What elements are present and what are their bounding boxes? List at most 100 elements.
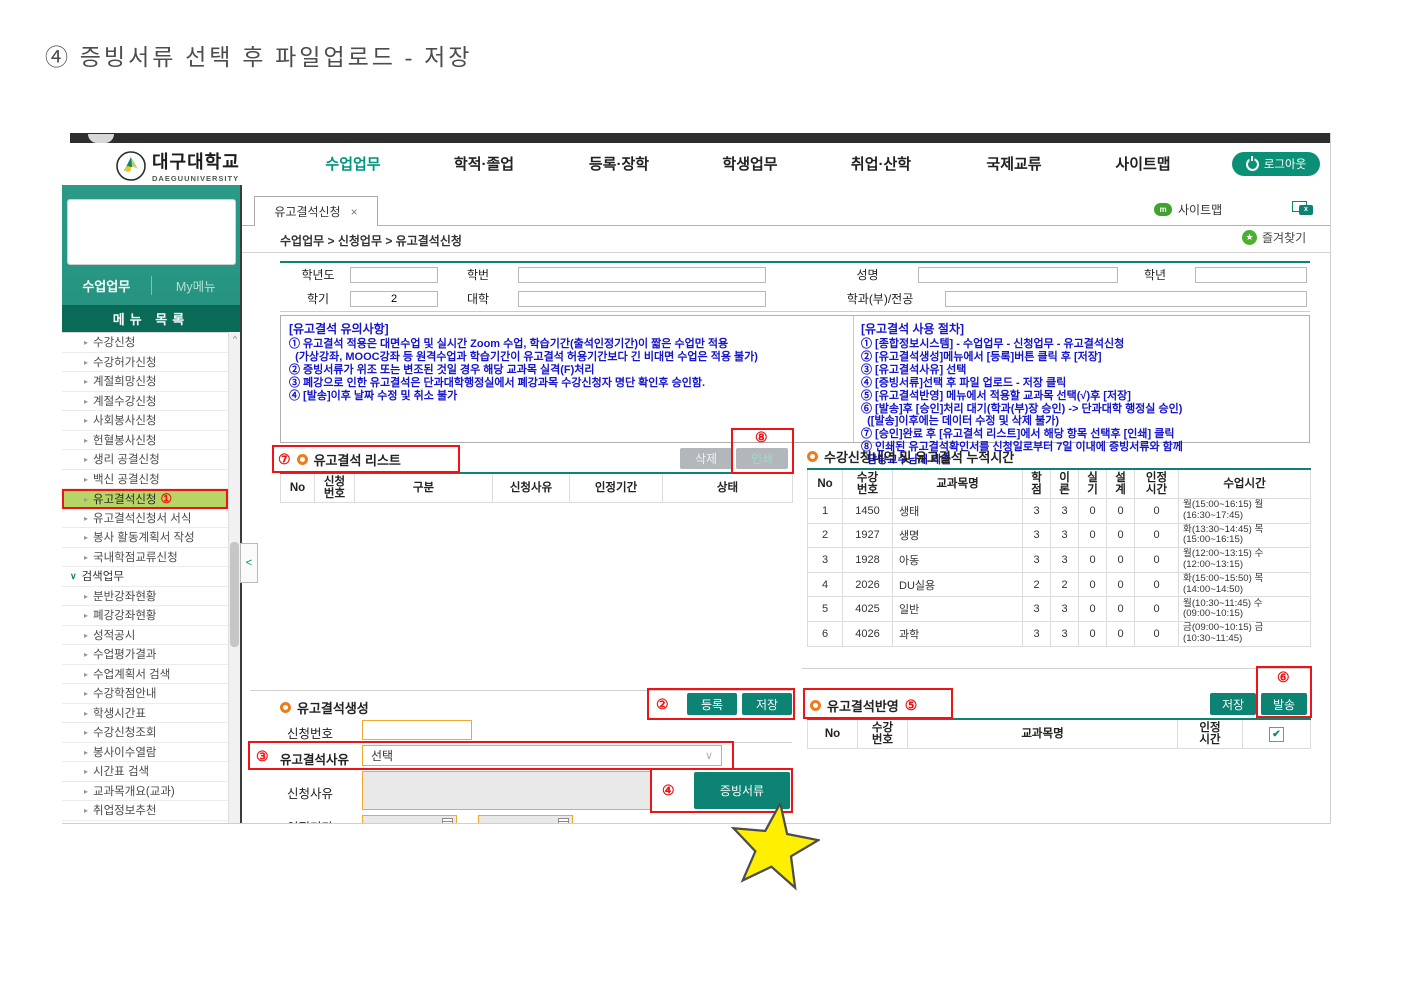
sidebar-collapse-handle[interactable]: < xyxy=(240,543,258,583)
reason-label: 유고결석사유 xyxy=(280,749,349,768)
nav-item-5[interactable]: 취업·산학 xyxy=(821,153,941,174)
register-button[interactable]: 등록 xyxy=(687,693,737,715)
sidebar-item[interactable]: ▸수업평가결과 xyxy=(62,645,228,665)
absence-list-table: No신청 번호구분신청사유인정기간상태 xyxy=(280,472,793,503)
reason-select-value: 선택 xyxy=(371,749,393,763)
column-header: No xyxy=(808,719,858,749)
nav-item-1[interactable]: 수업업무 xyxy=(293,153,413,174)
apply-no-input[interactable] xyxy=(362,720,472,740)
sidebar-item[interactable]: ▸국내학점교류신청 xyxy=(62,548,228,568)
university-emblem-icon xyxy=(116,151,146,181)
apply-reason-label: 신청사유 xyxy=(287,783,333,802)
logout-button[interactable]: 로그아웃 xyxy=(1232,152,1320,176)
delete-button[interactable]: 삭제 xyxy=(680,448,732,469)
chevron-right-icon: ▸ xyxy=(84,436,88,445)
table-cell: 4025 xyxy=(843,597,893,622)
calendar-icon[interactable] xyxy=(558,818,569,824)
apply-save-button[interactable]: 저장 xyxy=(1210,693,1256,715)
nav-item-7[interactable]: 사이트맵 xyxy=(1083,153,1203,174)
sidebar-item-label: 국내학점교류신청 xyxy=(93,552,178,564)
logo-title: 대구대학교 xyxy=(152,148,240,174)
sidebar-item[interactable]: ▸학생시간표 xyxy=(62,704,228,724)
calendar-icon[interactable] xyxy=(442,818,453,824)
sidebar-item[interactable]: ▸봉사이수열람 xyxy=(62,743,228,763)
sitemap-label: 사이트맵 xyxy=(1178,201,1222,218)
table-cell: 0 xyxy=(1079,597,1107,622)
sidebar-item[interactable]: ▸사회봉사신청 xyxy=(62,411,228,431)
notice-line: ② [유고결석생성]메뉴에서 [등록]버튼 클릭 후 [저장] xyxy=(861,351,1331,364)
sidebar-item[interactable]: ▸성적공시 xyxy=(62,626,228,646)
apply-no-label: 신청번호 xyxy=(287,723,333,742)
sidebar-item[interactable]: ▸취업정보추천 xyxy=(62,801,228,821)
nav-item-3[interactable]: 등록·장학 xyxy=(559,153,679,174)
print-button[interactable]: 인쇄 xyxy=(736,448,788,469)
save-button[interactable]: 저장 xyxy=(742,693,792,715)
sidebar-item[interactable]: ▸헌혈봉사신청 xyxy=(62,431,228,451)
sidebar-item[interactable]: ▸수업계획서 검색 xyxy=(62,665,228,685)
sidebar-item[interactable]: ▸백신 공결신청 xyxy=(62,470,228,490)
chevron-right-icon: ▸ xyxy=(84,748,88,757)
window-control[interactable]: x xyxy=(1292,201,1314,215)
scrollbar-thumb[interactable] xyxy=(230,542,239,647)
tab-absence-application[interactable]: 유고결석신청 × xyxy=(254,196,378,226)
table-cell: 2 xyxy=(808,523,843,548)
chevron-right-icon: ▸ xyxy=(84,475,88,484)
sidebar-item[interactable]: ▸수강허가신청 xyxy=(62,353,228,373)
sidebar-item[interactable]: ▸유고결석신청서 서식 xyxy=(62,509,228,529)
major-input[interactable] xyxy=(945,291,1307,307)
notice-line: ([발송]이후에는 데이터 수정 및 삭제 불가) xyxy=(861,415,1331,428)
apply-reason-textarea[interactable] xyxy=(362,771,652,810)
table-row: 54025일반33000월(10:30~11:45) 수(09:00~10:15… xyxy=(808,597,1311,622)
column-header: 설 계 xyxy=(1107,469,1135,499)
sidebar-item-label: 수업평가결과 xyxy=(93,649,156,661)
sidebar-item[interactable]: ▸수강신청조회 xyxy=(62,723,228,743)
send-button[interactable]: 발송 xyxy=(1261,693,1307,715)
sidebar-item[interactable]: ▸수강학점안내 xyxy=(62,684,228,704)
sidebar-item[interactable]: ▸계절희망신청 xyxy=(62,372,228,392)
callout-3: ③ xyxy=(256,748,269,765)
logo-subtitle: DAEGUUNIVERSITY xyxy=(152,174,240,183)
sidebar-item[interactable]: ▸수강신청 xyxy=(62,333,228,353)
nav-item-4[interactable]: 학생업무 xyxy=(690,153,810,174)
chevron-down-icon: ∨ xyxy=(705,746,713,766)
header-checkbox[interactable]: ✔ xyxy=(1269,727,1284,742)
sitemap-icon: m xyxy=(1154,203,1172,216)
table-cell: 화(15:00~15:50) 목(14:00~14:50) xyxy=(1179,572,1311,597)
close-icon[interactable]: × xyxy=(351,205,358,219)
column-header: 교과목명 xyxy=(908,719,1178,749)
sidebar-item[interactable]: ▸폐강강좌현황 xyxy=(62,606,228,626)
grade-input[interactable] xyxy=(1195,267,1307,283)
notice-divider xyxy=(853,316,854,442)
university-logo[interactable]: 대구대학교 DAEGUUNIVERSITY xyxy=(116,148,240,183)
semester-value[interactable]: 2 xyxy=(350,291,438,307)
callout-4: ④ xyxy=(662,782,675,799)
college-input[interactable] xyxy=(518,291,766,307)
sitemap-link[interactable]: m 사이트맵 xyxy=(1154,201,1222,218)
chevron-right-icon: ▸ xyxy=(84,338,88,347)
period-end-input[interactable] xyxy=(478,815,573,824)
sidebar-tab-work[interactable]: 수업업무 xyxy=(62,276,152,295)
name-input[interactable] xyxy=(918,267,1118,283)
studentno-input[interactable] xyxy=(518,267,766,283)
column-header: 인정기간 xyxy=(570,473,663,503)
sidebar-item[interactable]: ▸시간표 검색 xyxy=(62,762,228,782)
reason-select[interactable]: 선택 ∨ xyxy=(362,745,722,766)
nav-item-2[interactable]: 학적·졸업 xyxy=(424,153,544,174)
table-cell: 0 xyxy=(1135,597,1179,622)
period-start-input[interactable] xyxy=(362,815,457,824)
sidebar-tab-my[interactable]: My메뉴 xyxy=(152,276,241,295)
year-input[interactable] xyxy=(350,267,438,283)
sidebar-item[interactable]: ▸분반강좌현황 xyxy=(62,587,228,607)
sidebar-item[interactable]: ∨검색업무 xyxy=(62,567,228,587)
sidebar-item[interactable]: ▸교과목개요(교과) xyxy=(62,782,228,802)
sidebar-item[interactable]: ▸생리 공결신청 xyxy=(62,450,228,470)
sidebar-item[interactable]: ▸유고결석신청① xyxy=(62,489,228,509)
sidebar-item[interactable]: ▸봉사 활동계획서 작성 xyxy=(62,528,228,548)
nav-item-6[interactable]: 국제교류 xyxy=(954,153,1074,174)
period-label: 인정기간 xyxy=(287,817,333,824)
year-label: 학년도 xyxy=(288,263,348,287)
sidebar-item[interactable]: ▸계절수강신청 xyxy=(62,392,228,412)
table-cell: 월(10:30~11:45) 수(09:00~10:15) xyxy=(1179,597,1311,622)
enrollment-table: No수강 번호교과목명학 점이 론실 기설 계인정 시간수업시간 11450생태… xyxy=(807,468,1311,647)
favorite-button[interactable]: ★ 즐겨찾기 xyxy=(1242,229,1306,246)
